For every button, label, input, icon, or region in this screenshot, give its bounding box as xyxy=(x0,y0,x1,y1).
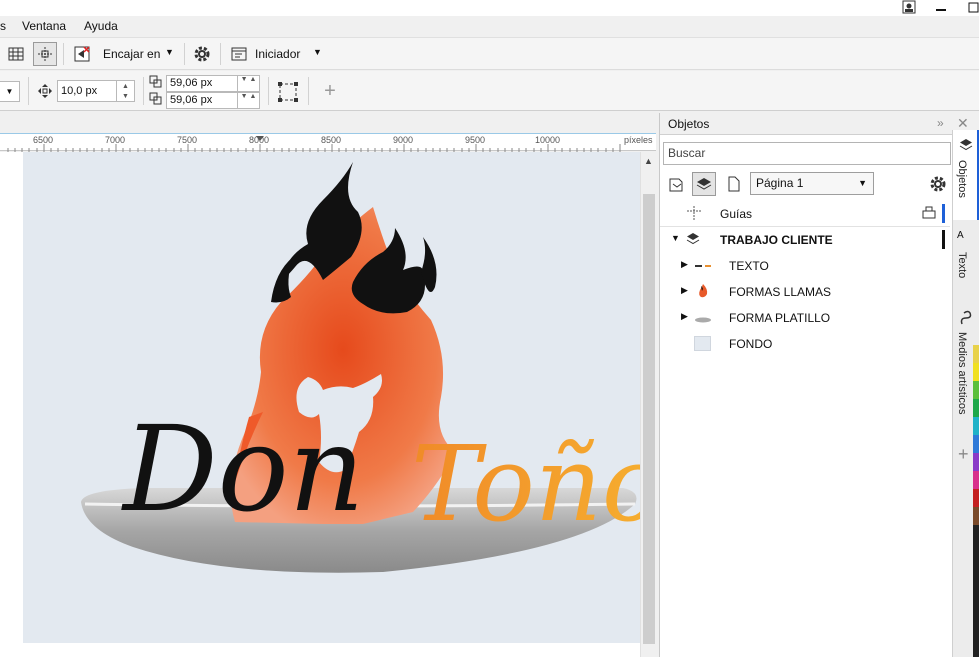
plate-thumbnail-icon xyxy=(694,313,712,327)
bounding-box-icon[interactable] xyxy=(276,80,300,104)
duplicate-x-stepper[interactable]: ▼ ▲ xyxy=(238,75,260,92)
guides-icon xyxy=(687,206,701,223)
user-icon[interactable] xyxy=(902,0,916,16)
background-thumbnail-icon xyxy=(694,336,711,351)
palette-swatch[interactable] xyxy=(973,453,979,471)
list-item-layer[interactable]: ▼ TRABAJO CLIENTE xyxy=(660,227,950,253)
expand-icon[interactable]: ▶ xyxy=(681,311,688,322)
list-item-group[interactable]: ▶ TEXTO xyxy=(660,253,950,279)
layers-view-icon[interactable] xyxy=(692,172,716,196)
launcher-label[interactable]: Iniciador xyxy=(255,47,300,61)
gear-icon[interactable] xyxy=(192,45,212,63)
expand-icon[interactable]: ▶ xyxy=(681,259,688,270)
menu-bar: s Ventana Ayuda xyxy=(0,16,979,38)
palette-swatch[interactable] xyxy=(973,435,979,453)
color-palette[interactable] xyxy=(973,345,979,657)
palette-swatch[interactable] xyxy=(973,363,979,381)
docker-title: Objetos xyxy=(668,117,710,131)
tab-objects[interactable]: Objetos xyxy=(953,130,979,220)
tab-text[interactable]: A Texto xyxy=(953,226,979,306)
menu-item-help[interactable]: Ayuda xyxy=(84,19,118,33)
layer-icon xyxy=(686,232,700,249)
page-view-icon[interactable] xyxy=(723,174,743,194)
property-bar-top: Encajar en ▼ Iniciador ▼ xyxy=(0,38,979,70)
scroll-up-icon[interactable]: ▲ xyxy=(644,156,653,166)
brush-stroke-icon xyxy=(958,310,974,329)
objects-docker-header: Objetos » ✕ xyxy=(660,113,969,135)
list-item-guides[interactable]: Guías xyxy=(660,201,950,227)
docker-expand-icon[interactable]: » xyxy=(937,116,944,130)
duplicate-x-input[interactable]: 59,06 px xyxy=(166,75,238,92)
duplicate-y-input[interactable]: 59,06 px xyxy=(166,92,238,109)
list-item-label: TEXTO xyxy=(729,259,769,273)
minimize-icon[interactable] xyxy=(935,0,947,16)
palette-swatch[interactable] xyxy=(973,345,979,363)
palette-swatch[interactable] xyxy=(973,381,979,399)
nudge-stepper[interactable]: ▲ ▼ xyxy=(117,80,135,102)
layers-icon xyxy=(959,138,973,155)
tab-label: Texto xyxy=(956,252,968,279)
grid-icon[interactable] xyxy=(6,45,26,63)
expand-icon[interactable]: ▶ xyxy=(681,285,688,296)
gear-icon[interactable] xyxy=(928,174,948,194)
add-icon[interactable]: + xyxy=(320,80,340,102)
layer-color-indicator xyxy=(942,230,945,249)
menu-item-window[interactable]: Ventana xyxy=(22,19,66,33)
duplicate-y-stepper[interactable]: ▼ ▲ xyxy=(238,92,260,109)
add-docker-icon[interactable]: + xyxy=(958,444,969,465)
tab-label: Objetos xyxy=(956,160,968,198)
flame-thumbnail-icon xyxy=(696,283,710,302)
objects-search-input[interactable]: Buscar xyxy=(663,142,951,165)
title-bar xyxy=(0,0,979,16)
nudge-icon xyxy=(36,82,54,100)
palette-swatch[interactable] xyxy=(973,507,979,525)
layer-name: TRABAJO CLIENTE xyxy=(720,233,833,247)
duplicate-y-icon xyxy=(149,92,165,108)
restore-icon[interactable] xyxy=(968,0,979,16)
palette-swatch[interactable] xyxy=(973,399,979,417)
ruler-ticks xyxy=(7,136,621,152)
duplicate-x-icon xyxy=(149,75,165,91)
list-item-label: FORMA PLATILLO xyxy=(729,311,831,325)
collapse-icon[interactable]: ▼ xyxy=(671,233,680,243)
snap-to-label[interactable]: Encajar en xyxy=(103,47,160,61)
list-item-group[interactable]: ▶ FORMAS LLAMAS xyxy=(660,279,950,305)
list-item-label: FONDO xyxy=(729,337,773,351)
list-item-label: Guías xyxy=(720,207,753,221)
text-properties-icon: A xyxy=(957,230,964,241)
snap-off-icon[interactable] xyxy=(72,45,92,63)
menu-item-partial[interactable]: s xyxy=(0,19,6,33)
chevron-down-icon: ▼ xyxy=(858,178,867,188)
property-bar-bottom: ▼ 10,0 px ▲ ▼ 59,06 px ▼ ▲ 59,06 px ▼ ▲ + xyxy=(0,71,979,111)
page-selector-value: Página 1 xyxy=(756,176,804,190)
logo-word-don: Don xyxy=(121,400,365,538)
snap-dropdown-icon[interactable]: ▼ xyxy=(165,47,174,57)
guidelines-icon[interactable] xyxy=(33,42,57,66)
objects-docker: Objetos » ✕ Buscar Página 1 ▼ Guías ▼ TR… xyxy=(659,113,969,657)
new-layer-icon[interactable] xyxy=(666,174,686,194)
palette-swatch[interactable] xyxy=(973,417,979,435)
launcher-dropdown-icon[interactable]: ▼ xyxy=(313,47,322,57)
palette-swatch[interactable] xyxy=(973,525,979,657)
palette-swatch[interactable] xyxy=(973,471,979,489)
nudge-distance-input[interactable]: 10,0 px xyxy=(57,80,117,102)
list-item-label: FORMAS LLAMAS xyxy=(729,285,832,299)
logo-word-tono: Toño xyxy=(411,423,640,545)
document-page[interactable]: Don Toño xyxy=(23,152,665,643)
layer-color-indicator xyxy=(942,204,945,223)
tab-label: Medios artísticos xyxy=(956,332,968,415)
lock-print-icon[interactable] xyxy=(922,206,936,223)
previous-dropdown-icon[interactable]: ▼ xyxy=(0,81,20,102)
scrollbar-thumb[interactable] xyxy=(643,194,655,644)
vertical-scrollbar[interactable]: ▲ xyxy=(640,152,657,657)
page-selector[interactable]: Página 1 ▼ xyxy=(750,172,874,195)
logo-artwork[interactable]: Don Toño xyxy=(23,152,665,643)
list-item-object[interactable]: FONDO xyxy=(660,331,950,357)
launcher-icon[interactable] xyxy=(229,45,249,63)
text-thumbnail-icon xyxy=(694,259,712,275)
horizontal-ruler: 6500 7000 7500 8000 8500 9000 9500 10000… xyxy=(0,133,656,152)
list-item-group[interactable]: ▶ FORMA PLATILLO xyxy=(660,305,950,331)
palette-swatch[interactable] xyxy=(973,489,979,507)
